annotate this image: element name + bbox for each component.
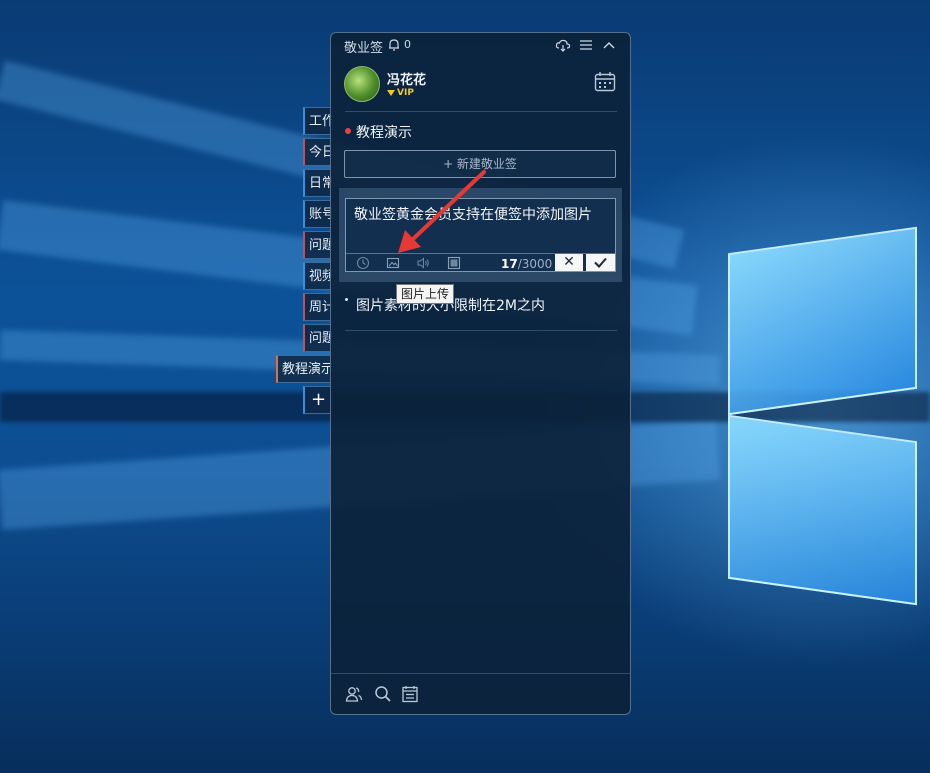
tooltip: 图片上传: [396, 284, 455, 304]
annotation-arrow: [398, 170, 486, 253]
